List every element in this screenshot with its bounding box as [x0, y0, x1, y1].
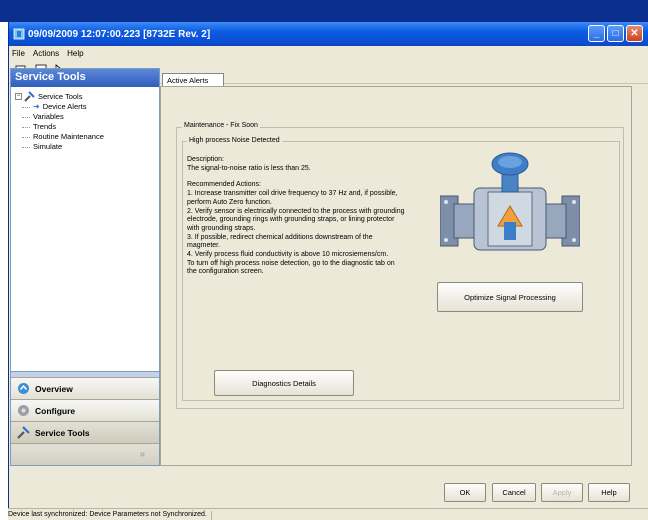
tree-item-label: Simulate — [33, 142, 63, 151]
nav-footer: » — [11, 443, 159, 465]
nav-label: Service Tools — [35, 427, 90, 438]
top-border — [0, 0, 648, 22]
action-1: 1. Increase transmitter coil drive frequ… — [187, 190, 398, 206]
service-tools-icon — [17, 426, 30, 439]
optimize-signal-button[interactable]: Optimize Signal Processing — [437, 282, 583, 312]
maximize-button[interactable]: □ — [607, 25, 624, 42]
cancel-button[interactable]: Cancel — [492, 483, 536, 502]
overview-icon — [18, 383, 29, 394]
arrow-right-icon: ➜ — [33, 102, 40, 111]
left-pane: Service Tools − Service Tools ➜ Device A… — [10, 68, 160, 466]
minimize-button[interactable]: _ — [588, 25, 605, 42]
tree-item-label: Routine Maintenance — [33, 132, 104, 141]
collapse-icon[interactable]: − — [15, 93, 22, 100]
tree-item-trends[interactable]: Trends — [15, 122, 155, 132]
flowmeter-image — [440, 152, 580, 251]
action-4: 4. Verify process fluid conductivity is … — [187, 251, 389, 259]
action-2: 2. Verify sensor is electrically connect… — [187, 207, 405, 232]
tree-item-device-alerts[interactable]: ➜ Device Alerts — [15, 102, 155, 112]
tree-item-label: Device Alerts — [42, 102, 87, 111]
status-bar: Device last synchronized: Device Paramet… — [8, 508, 648, 520]
action-note: To turn off high process noise detection… — [187, 259, 395, 276]
ok-button[interactable]: OK — [444, 483, 486, 502]
tree-item-label: Variables — [33, 112, 64, 121]
maintenance-group-label: Maintenance - Fix Soon — [182, 122, 260, 129]
apply-button[interactable]: Apply — [541, 483, 583, 502]
nav-configure[interactable]: Configure — [11, 399, 159, 421]
maximize-icon: □ — [612, 27, 619, 39]
alert-details: Description: The signal-to-noise ratio i… — [187, 156, 405, 277]
close-button[interactable]: ✕ — [626, 25, 643, 42]
configure-icon — [18, 405, 29, 416]
tree-item-variables[interactable]: Variables — [15, 112, 155, 122]
nav-label: Overview — [35, 383, 73, 394]
menu-actions[interactable]: Actions — [33, 49, 59, 58]
alert-title: High process Noise Detected — [187, 137, 282, 144]
description-text: The signal-to-noise ratio is less than 2… — [187, 164, 311, 172]
tree-item-simulate[interactable]: Simulate — [15, 142, 155, 152]
window-title: 09/09/2009 12:07:00.223 [8732E Rev. 2] — [28, 28, 211, 40]
tree-root-label: Service Tools — [38, 91, 83, 101]
tab-active-alerts[interactable]: Active Alerts — [162, 73, 224, 86]
nav-overview[interactable]: Overview — [11, 377, 159, 399]
nav-service-tools[interactable]: Service Tools — [11, 421, 159, 443]
tree-root[interactable]: − Service Tools — [15, 91, 155, 102]
app-icon — [13, 28, 25, 40]
status-text: Device last synchronized: Device Paramet… — [8, 511, 212, 520]
tree-item-label: Trends — [33, 122, 57, 131]
navigation-tree: − Service Tools ➜ Device Alerts Variable… — [11, 87, 159, 156]
nav-stack: Overview Configure Service Tools » — [11, 371, 159, 465]
title-bar[interactable]: 09/09/2009 12:07:00.223 [8732E Rev. 2] _… — [9, 22, 648, 46]
tree-item-routine-maintenance[interactable]: Routine Maintenance — [15, 132, 155, 142]
menu-file[interactable]: File — [12, 49, 25, 58]
menu-help[interactable]: Help — [67, 49, 83, 58]
chevron-icon[interactable]: » — [139, 449, 145, 460]
minimize-icon: _ — [593, 27, 600, 39]
help-button[interactable]: Help — [588, 483, 630, 502]
description-heading: Description: — [187, 156, 224, 163]
menu-bar: File Actions Help — [9, 46, 648, 60]
actions-heading: Recommended Actions: — [187, 181, 261, 189]
close-icon: ✕ — [630, 27, 639, 39]
diagnostics-details-button[interactable]: Diagnostics Details — [214, 370, 354, 396]
action-3: 3. If possible, redirect chemical additi… — [187, 233, 373, 250]
wrench-icon — [24, 91, 35, 102]
sidebar-header: Service Tools — [11, 69, 159, 87]
nav-label: Configure — [35, 405, 76, 416]
